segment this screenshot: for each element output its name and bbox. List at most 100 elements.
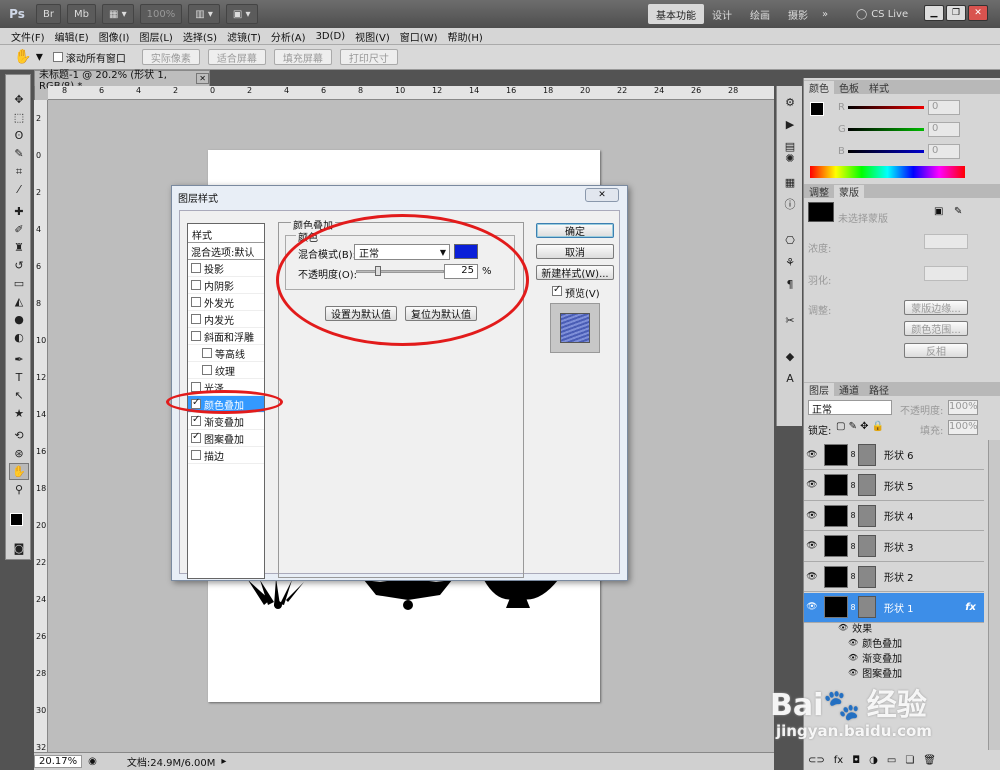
- eye-icon[interactable]: 👁: [804, 480, 820, 490]
- path-select-tool-icon[interactable]: ↖: [9, 387, 29, 404]
- bridge-button[interactable]: Br: [36, 4, 61, 24]
- layer-opacity-input[interactable]: 100%: [948, 400, 978, 415]
- density-input[interactable]: [924, 234, 968, 249]
- tab-masks[interactable]: 蒙版: [834, 185, 864, 199]
- vector-mask-icon[interactable]: ✎: [954, 206, 962, 217]
- close-app-button[interactable]: ✕: [968, 5, 988, 21]
- tab-swatches[interactable]: 色板: [834, 81, 864, 95]
- 3d-icon[interactable]: ◆: [781, 348, 799, 364]
- channel-slider[interactable]: [848, 128, 924, 131]
- dialog-close-button[interactable]: ✕: [585, 188, 619, 202]
- channel-slider[interactable]: [848, 106, 924, 109]
- 3d-rotate-tool-icon[interactable]: ⟲: [9, 427, 29, 444]
- tab-adjustments[interactable]: 调整: [804, 185, 834, 199]
- style-item-checkbox[interactable]: [191, 297, 201, 307]
- menu-select[interactable]: 选择(S): [178, 29, 222, 44]
- workspace-more[interactable]: »: [814, 4, 836, 24]
- style-item-checkbox[interactable]: [191, 431, 201, 443]
- effect-row[interactable]: 👁 颜色叠加: [804, 635, 984, 650]
- screen-mode-button[interactable]: ▣ ▾: [225, 4, 258, 24]
- navigator-icon[interactable]: ✺: [781, 150, 799, 166]
- quick-select-tool-icon[interactable]: ✎: [9, 145, 29, 162]
- 3d-orbit-tool-icon[interactable]: ⊛: [9, 445, 29, 462]
- delete-layer-icon[interactable]: 🗑: [923, 755, 936, 766]
- styles-header[interactable]: 样式: [188, 224, 264, 243]
- minibridge-button[interactable]: Mb: [66, 4, 96, 24]
- style-item[interactable]: 图案叠加: [188, 430, 264, 447]
- cs-live-button[interactable]: ◯ CS Live: [848, 4, 916, 24]
- status-menu-icon[interactable]: ▸: [221, 756, 226, 767]
- eye-icon[interactable]: 👁: [848, 653, 858, 662]
- print-size-button[interactable]: 打印尺寸: [339, 49, 398, 65]
- channel-slider[interactable]: [848, 150, 924, 153]
- new-layer-icon[interactable]: ❏: [905, 755, 914, 766]
- tab-color[interactable]: 颜色: [804, 81, 834, 95]
- clone-source-icon[interactable]: ⎔: [781, 232, 799, 248]
- eye-icon[interactable]: 👁: [804, 450, 820, 460]
- tab-channels[interactable]: 通道: [834, 383, 864, 397]
- swatch-icon[interactable]: A: [781, 370, 799, 386]
- eye-icon[interactable]: 👁: [848, 668, 858, 677]
- eye-icon[interactable]: 👁: [838, 623, 848, 632]
- tab-styles[interactable]: 样式: [864, 81, 894, 95]
- color-range-button[interactable]: 颜色范围...: [904, 321, 968, 336]
- pen-tool-icon[interactable]: ✒: [9, 351, 29, 368]
- new-style-button[interactable]: 新建样式(W)...: [536, 265, 614, 280]
- marquee-tool-icon[interactable]: ⬚: [9, 109, 29, 126]
- style-item-checkbox[interactable]: [202, 348, 212, 358]
- workspace-photography[interactable]: 摄影: [780, 4, 816, 24]
- hand-tool-icon[interactable]: ✋: [9, 463, 29, 480]
- eraser-tool-icon[interactable]: ▭: [9, 275, 29, 292]
- eyedropper-tool-icon[interactable]: ⁄: [9, 181, 29, 198]
- style-item-checkbox[interactable]: [191, 263, 201, 273]
- brush-presets-icon[interactable]: ⚙: [781, 94, 799, 110]
- status-info-icon[interactable]: ◉: [88, 756, 97, 767]
- workspace-design[interactable]: 设计: [704, 4, 740, 24]
- link-layers-icon[interactable]: ⊂⊃: [808, 755, 825, 766]
- style-item-checkbox[interactable]: [191, 331, 201, 341]
- foreground-color-swatch[interactable]: [10, 513, 23, 526]
- eye-icon[interactable]: 👁: [804, 511, 820, 521]
- layers-scrollbar[interactable]: [988, 440, 1000, 750]
- hand-tool-icon[interactable]: ✋ ▾: [14, 49, 43, 65]
- status-zoom[interactable]: 20.17%: [34, 755, 83, 768]
- style-item[interactable]: 外发光: [188, 294, 264, 311]
- channel-value[interactable]: 0: [928, 100, 960, 115]
- tools-presets-icon[interactable]: ✂: [781, 312, 799, 328]
- dodge-tool-icon[interactable]: ◐: [9, 329, 29, 346]
- style-item[interactable]: 等高线: [188, 345, 264, 362]
- blur-tool-icon[interactable]: ●: [9, 311, 29, 328]
- invert-button[interactable]: 反相: [904, 343, 968, 358]
- style-item[interactable]: 渐变叠加: [188, 413, 264, 430]
- restore-button[interactable]: ❐: [946, 5, 966, 21]
- eye-icon[interactable]: 👁: [848, 638, 858, 647]
- close-document-icon[interactable]: ✕: [196, 73, 209, 84]
- channel-value[interactable]: 0: [928, 122, 960, 137]
- cancel-button[interactable]: 取消: [536, 244, 614, 259]
- menu-3d[interactable]: 3D(D): [311, 31, 351, 42]
- shape-tool-icon[interactable]: ★: [9, 405, 29, 422]
- history-brush-tool-icon[interactable]: ↺: [9, 257, 29, 274]
- eye-icon[interactable]: 👁: [804, 572, 820, 582]
- arrange-documents-button[interactable]: ▥ ▾: [188, 4, 220, 24]
- quick-mask-icon[interactable]: ◙: [9, 540, 29, 557]
- style-item[interactable]: 斜面和浮雕: [188, 328, 264, 345]
- effect-row[interactable]: 👁 图案叠加: [804, 665, 984, 680]
- color-spectrum[interactable]: [810, 166, 965, 178]
- menu-filter[interactable]: 滤镜(T): [222, 29, 266, 44]
- lasso-tool-icon[interactable]: ʘ: [9, 127, 29, 144]
- add-mask-icon[interactable]: ◘: [852, 755, 860, 766]
- actual-pixels-button[interactable]: 实际像素: [141, 49, 200, 65]
- paragraph-icon[interactable]: ¶: [781, 276, 799, 292]
- menu-edit[interactable]: 编辑(E): [50, 29, 94, 44]
- menu-help[interactable]: 帮助(H): [443, 29, 488, 44]
- eye-icon[interactable]: 👁: [804, 602, 820, 612]
- eye-icon[interactable]: 👁: [804, 541, 820, 551]
- style-item[interactable]: 内发光: [188, 311, 264, 328]
- clone-stamp-tool-icon[interactable]: ♜: [9, 239, 29, 256]
- scroll-all-checkbox[interactable]: [52, 52, 63, 62]
- blend-options-item[interactable]: 混合选项:默认: [188, 243, 264, 260]
- layer-row[interactable]: 👁 8 形状 1 fx: [804, 592, 984, 623]
- fill-input[interactable]: 100%: [948, 420, 978, 435]
- brush-tool-icon[interactable]: ✐: [9, 221, 29, 238]
